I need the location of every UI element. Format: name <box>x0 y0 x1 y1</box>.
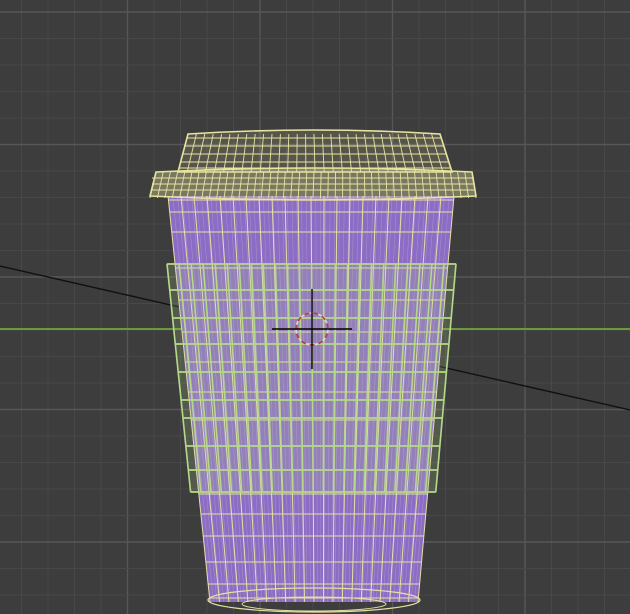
cup-lid-rim-wire <box>327 171 329 199</box>
3d-viewport[interactable] <box>0 0 630 614</box>
viewport-canvas[interactable] <box>0 0 630 614</box>
cup-lid-mesh[interactable] <box>148 129 477 201</box>
cup-wireframe-model[interactable] <box>148 129 477 613</box>
cup-lid-rim-wire <box>363 171 366 199</box>
